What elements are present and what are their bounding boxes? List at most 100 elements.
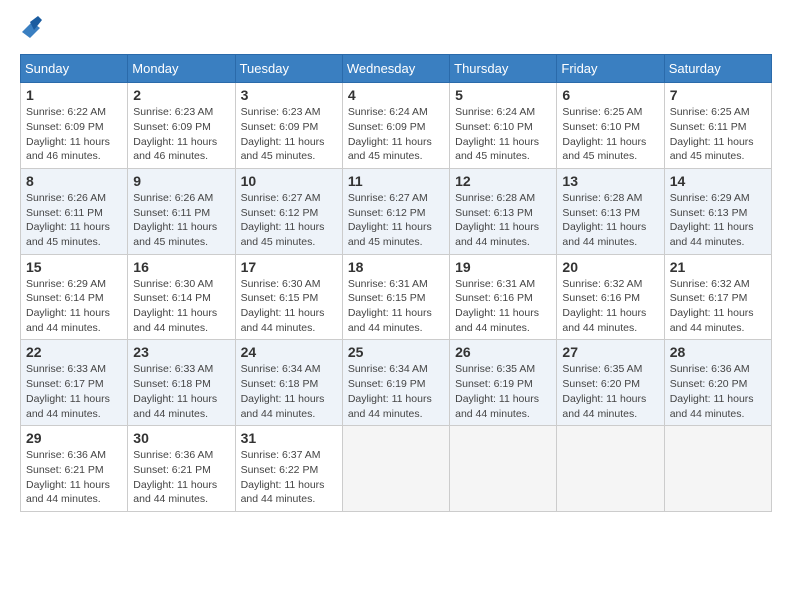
weekday-monday: Monday: [128, 55, 235, 83]
day-info: Sunrise: 6:31 AMSunset: 6:16 PMDaylight:…: [455, 278, 539, 334]
calendar-day-4: 4 Sunrise: 6:24 AMSunset: 6:09 PMDayligh…: [342, 83, 449, 169]
day-info: Sunrise: 6:29 AMSunset: 6:13 PMDaylight:…: [670, 192, 754, 248]
day-number: 22: [26, 344, 122, 360]
page-header: [20, 20, 772, 44]
day-number: 7: [670, 87, 766, 103]
weekday-thursday: Thursday: [450, 55, 557, 83]
day-number: 28: [670, 344, 766, 360]
day-number: 11: [348, 173, 444, 189]
day-number: 20: [562, 259, 658, 275]
calendar-day-29: 29 Sunrise: 6:36 AMSunset: 6:21 PMDaylig…: [21, 426, 128, 512]
day-info: Sunrise: 6:28 AMSunset: 6:13 PMDaylight:…: [562, 192, 646, 248]
day-info: Sunrise: 6:35 AMSunset: 6:19 PMDaylight:…: [455, 363, 539, 419]
weekday-sunday: Sunday: [21, 55, 128, 83]
calendar-day-3: 3 Sunrise: 6:23 AMSunset: 6:09 PMDayligh…: [235, 83, 342, 169]
day-info: Sunrise: 6:36 AMSunset: 6:21 PMDaylight:…: [26, 449, 110, 505]
day-number: 8: [26, 173, 122, 189]
day-info: Sunrise: 6:23 AMSunset: 6:09 PMDaylight:…: [241, 106, 325, 162]
day-info: Sunrise: 6:32 AMSunset: 6:16 PMDaylight:…: [562, 278, 646, 334]
day-info: Sunrise: 6:37 AMSunset: 6:22 PMDaylight:…: [241, 449, 325, 505]
day-info: Sunrise: 6:36 AMSunset: 6:20 PMDaylight:…: [670, 363, 754, 419]
day-info: Sunrise: 6:35 AMSunset: 6:20 PMDaylight:…: [562, 363, 646, 419]
calendar-day-7: 7 Sunrise: 6:25 AMSunset: 6:11 PMDayligh…: [664, 83, 771, 169]
calendar-day-21: 21 Sunrise: 6:32 AMSunset: 6:17 PMDaylig…: [664, 254, 771, 340]
day-number: 1: [26, 87, 122, 103]
day-number: 6: [562, 87, 658, 103]
calendar-day-19: 19 Sunrise: 6:31 AMSunset: 6:16 PMDaylig…: [450, 254, 557, 340]
day-number: 3: [241, 87, 337, 103]
weekday-friday: Friday: [557, 55, 664, 83]
day-number: 18: [348, 259, 444, 275]
day-info: Sunrise: 6:25 AMSunset: 6:10 PMDaylight:…: [562, 106, 646, 162]
day-number: 10: [241, 173, 337, 189]
day-info: Sunrise: 6:27 AMSunset: 6:12 PMDaylight:…: [241, 192, 325, 248]
day-info: Sunrise: 6:26 AMSunset: 6:11 PMDaylight:…: [133, 192, 217, 248]
calendar-day-5: 5 Sunrise: 6:24 AMSunset: 6:10 PMDayligh…: [450, 83, 557, 169]
day-info: Sunrise: 6:24 AMSunset: 6:10 PMDaylight:…: [455, 106, 539, 162]
day-number: 16: [133, 259, 229, 275]
day-info: Sunrise: 6:36 AMSunset: 6:21 PMDaylight:…: [133, 449, 217, 505]
logo: [20, 20, 42, 44]
calendar-day-18: 18 Sunrise: 6:31 AMSunset: 6:15 PMDaylig…: [342, 254, 449, 340]
day-number: 2: [133, 87, 229, 103]
day-number: 15: [26, 259, 122, 275]
day-info: Sunrise: 6:28 AMSunset: 6:13 PMDaylight:…: [455, 192, 539, 248]
calendar-week-5: 29 Sunrise: 6:36 AMSunset: 6:21 PMDaylig…: [21, 426, 772, 512]
day-number: 17: [241, 259, 337, 275]
calendar-day-24: 24 Sunrise: 6:34 AMSunset: 6:18 PMDaylig…: [235, 340, 342, 426]
day-number: 13: [562, 173, 658, 189]
day-info: Sunrise: 6:30 AMSunset: 6:15 PMDaylight:…: [241, 278, 325, 334]
calendar-day-31: 31 Sunrise: 6:37 AMSunset: 6:22 PMDaylig…: [235, 426, 342, 512]
day-number: 24: [241, 344, 337, 360]
calendar-day-25: 25 Sunrise: 6:34 AMSunset: 6:19 PMDaylig…: [342, 340, 449, 426]
day-info: Sunrise: 6:34 AMSunset: 6:18 PMDaylight:…: [241, 363, 325, 419]
calendar-week-4: 22 Sunrise: 6:33 AMSunset: 6:17 PMDaylig…: [21, 340, 772, 426]
weekday-saturday: Saturday: [664, 55, 771, 83]
day-info: Sunrise: 6:30 AMSunset: 6:14 PMDaylight:…: [133, 278, 217, 334]
calendar-day-20: 20 Sunrise: 6:32 AMSunset: 6:16 PMDaylig…: [557, 254, 664, 340]
calendar-day-26: 26 Sunrise: 6:35 AMSunset: 6:19 PMDaylig…: [450, 340, 557, 426]
calendar-day-10: 10 Sunrise: 6:27 AMSunset: 6:12 PMDaylig…: [235, 168, 342, 254]
calendar-day-27: 27 Sunrise: 6:35 AMSunset: 6:20 PMDaylig…: [557, 340, 664, 426]
day-info: Sunrise: 6:33 AMSunset: 6:18 PMDaylight:…: [133, 363, 217, 419]
day-number: 4: [348, 87, 444, 103]
calendar-table: SundayMondayTuesdayWednesdayThursdayFrid…: [20, 54, 772, 512]
calendar-day-9: 9 Sunrise: 6:26 AMSunset: 6:11 PMDayligh…: [128, 168, 235, 254]
day-number: 12: [455, 173, 551, 189]
day-info: Sunrise: 6:25 AMSunset: 6:11 PMDaylight:…: [670, 106, 754, 162]
day-number: 19: [455, 259, 551, 275]
day-number: 27: [562, 344, 658, 360]
empty-cell: [664, 426, 771, 512]
day-number: 30: [133, 430, 229, 446]
calendar-day-2: 2 Sunrise: 6:23 AMSunset: 6:09 PMDayligh…: [128, 83, 235, 169]
day-number: 23: [133, 344, 229, 360]
calendar-day-1: 1 Sunrise: 6:22 AMSunset: 6:09 PMDayligh…: [21, 83, 128, 169]
calendar-week-2: 8 Sunrise: 6:26 AMSunset: 6:11 PMDayligh…: [21, 168, 772, 254]
empty-cell: [557, 426, 664, 512]
day-number: 25: [348, 344, 444, 360]
calendar-day-15: 15 Sunrise: 6:29 AMSunset: 6:14 PMDaylig…: [21, 254, 128, 340]
day-number: 21: [670, 259, 766, 275]
weekday-wednesday: Wednesday: [342, 55, 449, 83]
day-info: Sunrise: 6:33 AMSunset: 6:17 PMDaylight:…: [26, 363, 110, 419]
day-number: 26: [455, 344, 551, 360]
day-info: Sunrise: 6:32 AMSunset: 6:17 PMDaylight:…: [670, 278, 754, 334]
empty-cell: [342, 426, 449, 512]
day-info: Sunrise: 6:29 AMSunset: 6:14 PMDaylight:…: [26, 278, 110, 334]
calendar-day-6: 6 Sunrise: 6:25 AMSunset: 6:10 PMDayligh…: [557, 83, 664, 169]
day-info: Sunrise: 6:24 AMSunset: 6:09 PMDaylight:…: [348, 106, 432, 162]
day-info: Sunrise: 6:23 AMSunset: 6:09 PMDaylight:…: [133, 106, 217, 162]
day-number: 9: [133, 173, 229, 189]
day-number: 5: [455, 87, 551, 103]
calendar-day-30: 30 Sunrise: 6:36 AMSunset: 6:21 PMDaylig…: [128, 426, 235, 512]
calendar-day-28: 28 Sunrise: 6:36 AMSunset: 6:20 PMDaylig…: [664, 340, 771, 426]
calendar-week-3: 15 Sunrise: 6:29 AMSunset: 6:14 PMDaylig…: [21, 254, 772, 340]
calendar-day-23: 23 Sunrise: 6:33 AMSunset: 6:18 PMDaylig…: [128, 340, 235, 426]
calendar-day-12: 12 Sunrise: 6:28 AMSunset: 6:13 PMDaylig…: [450, 168, 557, 254]
day-number: 29: [26, 430, 122, 446]
day-info: Sunrise: 6:31 AMSunset: 6:15 PMDaylight:…: [348, 278, 432, 334]
empty-cell: [450, 426, 557, 512]
calendar-day-16: 16 Sunrise: 6:30 AMSunset: 6:14 PMDaylig…: [128, 254, 235, 340]
logo-icon: [12, 12, 42, 42]
calendar-day-17: 17 Sunrise: 6:30 AMSunset: 6:15 PMDaylig…: [235, 254, 342, 340]
